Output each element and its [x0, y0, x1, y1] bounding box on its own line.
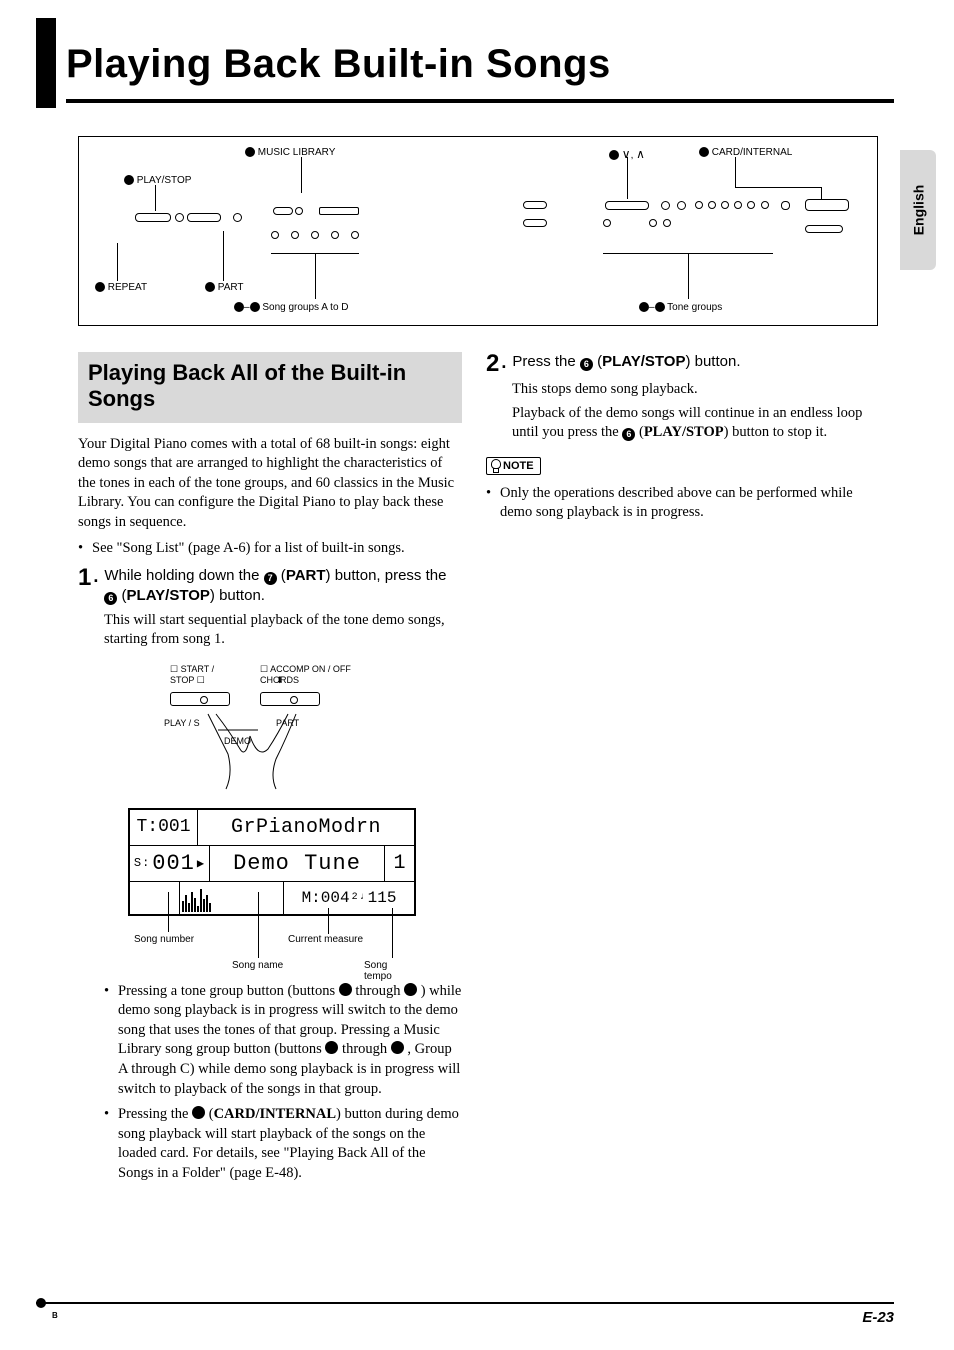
lightbulb-icon [489, 459, 501, 473]
language-tab-label: English [910, 185, 926, 236]
section-heading-box: Playing Back All of the Built-in Songs [78, 352, 462, 423]
step-2-sub2: Playback of the demo songs will continue… [512, 404, 870, 443]
lbl-card-internal: CARD/INTERNAL [699, 147, 792, 158]
lbl-current-measure: Current measure [288, 934, 363, 945]
post-bullet-2: Pressing the (CARD/INTERNAL) button duri… [104, 1105, 462, 1183]
title-side-bar [36, 18, 56, 108]
lbl-song-name: Song name [232, 960, 283, 971]
panel-right-sketch [495, 193, 859, 273]
language-tab: English [900, 150, 936, 270]
panel-diagram: MUSIC LIBRARY PLAY/STOP REPEAT PART – So… [78, 136, 878, 326]
step-2: 2 . Press the 6 (PLAY/STOP) button. This… [486, 352, 870, 443]
callout-icon [339, 983, 352, 996]
step-number: 2 [486, 352, 499, 376]
download-icon: ⬇ [276, 675, 284, 686]
callout-icon [124, 175, 134, 185]
callout-6-icon: 6 [580, 358, 593, 371]
footer-letter: B [52, 1311, 58, 1320]
lcd-meter-left [130, 882, 180, 914]
intro-bullet: See "Song List" (page A-6) for a list of… [78, 539, 462, 559]
right-column: 2 . Press the 6 (PLAY/STOP) button. This… [486, 352, 870, 529]
chapter-title-row: Playing Back Built-in Songs [66, 18, 894, 103]
step-2-sub1: This stops demo song playback. [512, 380, 870, 400]
callout-icon [192, 1106, 205, 1119]
step-1-text: While holding down the 7 (PART) button, … [104, 566, 462, 607]
note-badge: NOTE [486, 457, 541, 475]
callout-icon [404, 983, 417, 996]
callout-6-icon: 6 [104, 592, 117, 605]
page-number: E-23 [862, 1309, 894, 1326]
step-number: 1 [78, 566, 91, 590]
note-text: Only the operations described above can … [486, 484, 870, 523]
step-1-subtext: This will start sequential playback of t… [104, 611, 462, 650]
step-1: 1 . While holding down the 7 (PART) butt… [78, 566, 462, 650]
callout-icon [655, 302, 665, 312]
panel-left-sketch [95, 193, 455, 273]
post-bullet-1: Pressing a tone group button (buttons th… [104, 982, 462, 1099]
lcd-song-number: S:001▶ [130, 846, 210, 881]
callout-icon [699, 147, 709, 157]
lbl-play-stop: PLAY/STOP [124, 175, 191, 186]
lbl-song-number: Song number [134, 934, 194, 945]
lbl-song-groups: – Song groups A to D [234, 302, 349, 313]
lcd-display: T:001 GrPianoModrn S:001▶ Demo Tune 1 [128, 808, 416, 916]
lcd-level-meter [180, 882, 284, 914]
callout-icon [325, 1041, 338, 1054]
section-title: Playing Back All of the Built-in Songs [88, 360, 452, 413]
callout-icon [245, 147, 255, 157]
lcd-song-index: 1 [384, 846, 414, 881]
lcd-tone-name: GrPianoModrn [198, 810, 414, 845]
lbl-repeat: REPEAT [95, 282, 147, 293]
footer-rule [36, 1302, 894, 1304]
callout-icon [609, 150, 619, 160]
lbl-music-library: MUSIC LIBRARY [245, 147, 335, 158]
left-column: Playing Back All of the Built-in Songs Y… [78, 352, 462, 1189]
lbl-tone-groups: – Tone groups [639, 302, 722, 313]
callout-7-icon: 7 [264, 572, 277, 585]
callout-icon [391, 1041, 404, 1054]
up-icon: ∧ [636, 147, 645, 161]
step-dot: . [93, 566, 98, 588]
lbl-song-tempo: Song tempo [364, 960, 416, 982]
footer-dot-icon [36, 1298, 46, 1308]
callout-icon [250, 302, 260, 312]
callout-icon [95, 282, 105, 292]
lbl-part: PART [205, 282, 244, 293]
callout-icon [639, 302, 649, 312]
lcd-labels: Song number Current measure Song name So… [128, 922, 416, 982]
step-2-text: Press the 6 (PLAY/STOP) button. [512, 352, 740, 372]
callout-6-icon: 6 [622, 428, 635, 441]
intro-paragraph: Your Digital Piano comes with a total of… [78, 435, 462, 533]
hand-illustration: ☐ START / STOP ☐ ☐ ACCOMP ON / OFF CHORD… [158, 664, 378, 794]
lcd-tone-number: T:001 [130, 810, 198, 845]
lcd-song-name: Demo Tune [210, 846, 384, 881]
step-dot: . [501, 352, 506, 374]
note-block: NOTE Only the operations described above… [486, 457, 870, 523]
lcd-measure-tempo: M:004 2 ♩ 115 [284, 882, 414, 914]
chapter-title: Playing Back Built-in Songs [66, 42, 894, 87]
callout-icon [205, 282, 215, 292]
callout-icon [234, 302, 244, 312]
play-icon: ▶ [197, 856, 205, 871]
tempo-icon: ♩ [360, 892, 366, 903]
